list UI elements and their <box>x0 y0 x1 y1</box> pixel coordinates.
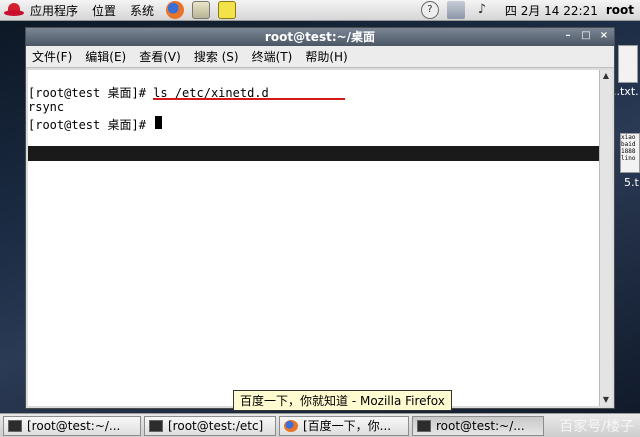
help-icon[interactable]: ? <box>420 1 439 19</box>
bottom-taskbar: [root@test:~/... [root@test:/etc] [百度一下，… <box>0 413 640 437</box>
volume-icon[interactable]: ♪ <box>473 1 491 19</box>
menubar: 文件(F) 编辑(E) 查看(V) 搜索 (S) 终端(T) 帮助(H) <box>26 46 614 68</box>
terminal-icon <box>149 419 163 432</box>
window-titlebar[interactable]: root@test:~/桌面 – □ × <box>26 28 614 46</box>
annotation-underline <box>153 98 345 100</box>
scroll-up-icon[interactable]: ▲ <box>600 70 612 82</box>
desktop-file-label[interactable]: ..txt. <box>613 85 639 98</box>
desktop-file-icon[interactable] <box>618 45 638 83</box>
window-title: root@test:~/桌面 <box>264 30 376 44</box>
mail-launcher-icon[interactable] <box>192 1 211 19</box>
terminal-black-band <box>28 146 600 161</box>
taskbar-item-terminal-2[interactable]: [root@test:/etc] <box>144 415 276 436</box>
notes-launcher-icon[interactable] <box>218 1 237 19</box>
menu-file[interactable]: 文件(F) <box>32 48 72 65</box>
taskbar-tooltip: 百度一下，你就知道 - Mozilla Firefox <box>233 390 452 411</box>
places-menu[interactable]: 位置 <box>92 2 116 19</box>
terminal-icon <box>417 419 431 432</box>
desktop-file-thumb[interactable]: xiao baid 1888 lino <box>620 133 640 173</box>
terminal-icon <box>8 419 22 432</box>
terminal-area[interactable]: [root@test 桌面]# ls /etc/xinetd.d rsync [… <box>28 70 600 406</box>
minimize-icon[interactable]: – <box>562 30 574 42</box>
desktop-file-label[interactable]: 5.t <box>624 176 639 189</box>
firefox-launcher-icon[interactable] <box>166 1 185 19</box>
top-panel: 应用程序 位置 系统 ? ♪ 四 2月 14 22:21 root <box>0 0 640 21</box>
taskbar-item-label: [百度一下，你... <box>303 419 392 433</box>
system-menu[interactable]: 系统 <box>130 2 154 19</box>
terminal-line: [root@test 桌面]# <box>28 118 154 132</box>
menu-terminal[interactable]: 终端(T) <box>252 48 293 65</box>
network-icon[interactable] <box>446 1 465 19</box>
taskbar-item-label: [root@test:~/... <box>27 418 121 433</box>
redhat-logo-icon[interactable] <box>4 2 24 18</box>
clock[interactable]: 四 2月 14 22:21 <box>505 2 598 19</box>
user-name[interactable]: root <box>606 3 634 17</box>
menu-edit[interactable]: 编辑(E) <box>85 48 126 65</box>
taskbar-item-label: root@test:~/... <box>436 418 525 433</box>
menu-search[interactable]: 搜索 (S) <box>194 48 239 65</box>
taskbar-item-label: [root@test:/etc] <box>168 418 264 433</box>
terminal-window: root@test:~/桌面 – □ × 文件(F) 编辑(E) 查看(V) 搜… <box>25 27 615 409</box>
menu-view[interactable]: 查看(V) <box>139 48 181 65</box>
terminal-scrollbar[interactable]: ▲ ▼ <box>599 70 612 406</box>
terminal-line: rsync <box>28 100 65 114</box>
taskbar-item-terminal-1[interactable]: [root@test:~/... <box>3 415 141 436</box>
watermark: 百家号/楼子 <box>559 419 634 435</box>
taskbar-item-firefox[interactable]: [百度一下，你... <box>279 415 409 436</box>
close-icon[interactable]: × <box>598 30 610 42</box>
terminal-cursor <box>155 116 162 129</box>
taskbar-item-terminal-3[interactable]: root@test:~/... <box>412 415 544 436</box>
maximize-icon[interactable]: □ <box>580 30 592 42</box>
firefox-icon <box>284 419 298 432</box>
scroll-down-icon[interactable]: ▼ <box>600 394 612 406</box>
menu-help[interactable]: 帮助(H) <box>305 48 347 65</box>
applications-menu[interactable]: 应用程序 <box>30 2 78 19</box>
